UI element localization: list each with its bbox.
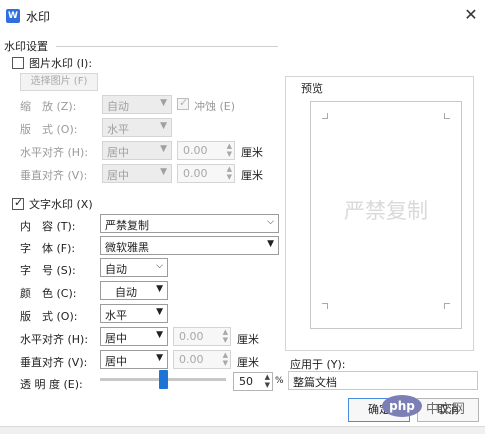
group-title: 水印设置 xyxy=(4,40,48,53)
color-value: 自动 xyxy=(115,286,137,299)
transparency-label: 透 明 度 (E): xyxy=(20,378,83,391)
picture-valign-value: 居中 xyxy=(107,169,129,182)
scale-label: 缩 放 (Z): xyxy=(20,100,77,113)
chevron-down-icon: ▼ xyxy=(267,239,274,249)
title-bar xyxy=(0,0,485,30)
picture-halign-select[interactable]: 居中 ▼ xyxy=(102,141,172,160)
chevron-down-icon: ▼ xyxy=(156,284,163,294)
text-watermark-label: 文字水印 (X) xyxy=(29,198,93,211)
picture-layout-value: 水平 xyxy=(107,123,129,136)
php-logo-badge: php xyxy=(382,395,422,417)
picture-layout-select[interactable]: 水平 ▼ xyxy=(102,118,172,137)
close-icon[interactable]: ✕ xyxy=(460,4,482,26)
apply-to-select[interactable]: 整篇文档 xyxy=(288,371,478,390)
text-layout-select[interactable]: 水平 ▼ xyxy=(100,304,168,323)
preview-label: 预览 xyxy=(299,80,325,96)
text-watermark-checkbox[interactable] xyxy=(12,196,24,210)
corner-mark-icon xyxy=(322,303,328,309)
text-halign-value: 居中 xyxy=(105,332,127,345)
picture-valign-label: 垂直对齐 (V): xyxy=(20,169,88,182)
transparency-slider-thumb[interactable] xyxy=(158,370,168,389)
spinner-arrows-icon[interactable]: ▲ ▼ xyxy=(227,142,232,158)
picture-valign-offset-value: 0.00 xyxy=(183,167,208,180)
text-halign-select[interactable]: 居中 ▼ xyxy=(100,327,168,346)
color-label: 颜 色 (C): xyxy=(20,287,77,300)
content-value: 严禁复制 xyxy=(105,219,149,232)
chevron-down-icon: ▼ xyxy=(160,98,167,108)
php-logo-text: 中文网 xyxy=(426,402,466,417)
picture-valign-offset[interactable]: 0.00 ▲ ▼ xyxy=(177,164,235,183)
preview-watermark-text: 严禁复制 xyxy=(344,199,428,223)
text-valign-unit: 厘米 xyxy=(237,356,259,369)
content-combo[interactable]: 严禁复制 ⌵ xyxy=(100,214,279,233)
picture-watermark-label: 图片水印 (I): xyxy=(29,57,93,70)
text-halign-offset[interactable]: 0.00 ▲ ▼ xyxy=(173,327,231,346)
scale-select[interactable]: 自动 ▼ xyxy=(102,95,172,114)
spinner-arrows-icon[interactable]: ▲ ▼ xyxy=(265,373,270,389)
transparency-spinner[interactable]: 50 ▲ ▼ xyxy=(233,372,273,391)
text-valign-label: 垂直对齐 (V): xyxy=(20,356,88,369)
color-select[interactable]: 自动 ▼ xyxy=(100,281,168,300)
group-divider xyxy=(56,46,278,47)
picture-halign-unit: 厘米 xyxy=(241,146,263,159)
font-label: 字 体 (F): xyxy=(20,242,76,255)
chevron-down-icon: ▼ xyxy=(160,121,167,131)
washout-label: 冲蚀 (E) xyxy=(194,100,236,113)
picture-halign-value: 居中 xyxy=(107,146,129,159)
picture-halign-label: 水平对齐 (H): xyxy=(20,146,89,159)
scale-value: 自动 xyxy=(107,100,129,113)
transparency-unit: % xyxy=(275,376,284,386)
chevron-down-icon: ⌵ xyxy=(267,217,274,227)
chevron-down-icon: ▼ xyxy=(156,353,163,363)
size-label: 字 号 (S): xyxy=(20,264,76,277)
text-halign-label: 水平对齐 (H): xyxy=(20,333,89,346)
picture-halign-offset-value: 0.00 xyxy=(183,144,208,157)
corner-mark-icon xyxy=(444,303,450,309)
chevron-down-icon: ▼ xyxy=(160,144,167,154)
size-value: 自动 xyxy=(105,263,127,276)
corner-mark-icon xyxy=(444,113,450,119)
bottom-strip xyxy=(0,426,485,434)
picture-halign-offset[interactable]: 0.00 ▲ ▼ xyxy=(177,141,235,160)
apply-to-label: 应用于 (Y): xyxy=(290,358,346,371)
chevron-down-icon: ⌵ xyxy=(156,261,163,271)
php-logo: php 中文网 xyxy=(380,394,485,420)
app-icon: W xyxy=(6,9,20,23)
text-halign-unit: 厘米 xyxy=(237,333,259,346)
text-valign-select[interactable]: 居中 ▼ xyxy=(100,350,168,369)
picture-layout-label: 版 式 (O): xyxy=(20,123,78,136)
text-valign-value: 居中 xyxy=(105,355,127,368)
text-halign-offset-value: 0.00 xyxy=(179,330,204,343)
washout-checkbox[interactable] xyxy=(177,96,189,110)
font-select[interactable]: 微软雅黑 ▼ xyxy=(100,236,279,255)
content-label: 内 容 (T): xyxy=(20,220,76,233)
chevron-down-icon: ▼ xyxy=(156,307,163,317)
spinner-arrows-icon[interactable]: ▲ ▼ xyxy=(227,165,232,181)
corner-mark-icon xyxy=(322,113,328,119)
text-valign-offset[interactable]: 0.00 ▲ ▼ xyxy=(173,350,231,369)
text-valign-offset-value: 0.00 xyxy=(179,353,204,366)
text-layout-label: 版 式 (O): xyxy=(20,310,78,323)
text-layout-value: 水平 xyxy=(105,309,127,322)
chevron-down-icon: ▼ xyxy=(160,167,167,177)
font-value: 微软雅黑 xyxy=(105,241,149,254)
chevron-down-icon: ▼ xyxy=(156,330,163,340)
size-combo[interactable]: 自动 ⌵ xyxy=(100,258,168,277)
choose-picture-button[interactable]: 选择图片 (F) xyxy=(20,73,98,91)
spinner-arrows-icon[interactable]: ▲ ▼ xyxy=(223,328,228,344)
picture-valign-unit: 厘米 xyxy=(241,169,263,182)
apply-to-value: 整篇文档 xyxy=(293,376,337,389)
transparency-value: 50 xyxy=(239,375,253,388)
window-title: 水印 xyxy=(26,10,51,24)
picture-watermark-checkbox[interactable] xyxy=(12,57,24,69)
spinner-arrows-icon[interactable]: ▲ ▼ xyxy=(223,351,228,367)
picture-valign-select[interactable]: 居中 ▼ xyxy=(102,164,172,183)
